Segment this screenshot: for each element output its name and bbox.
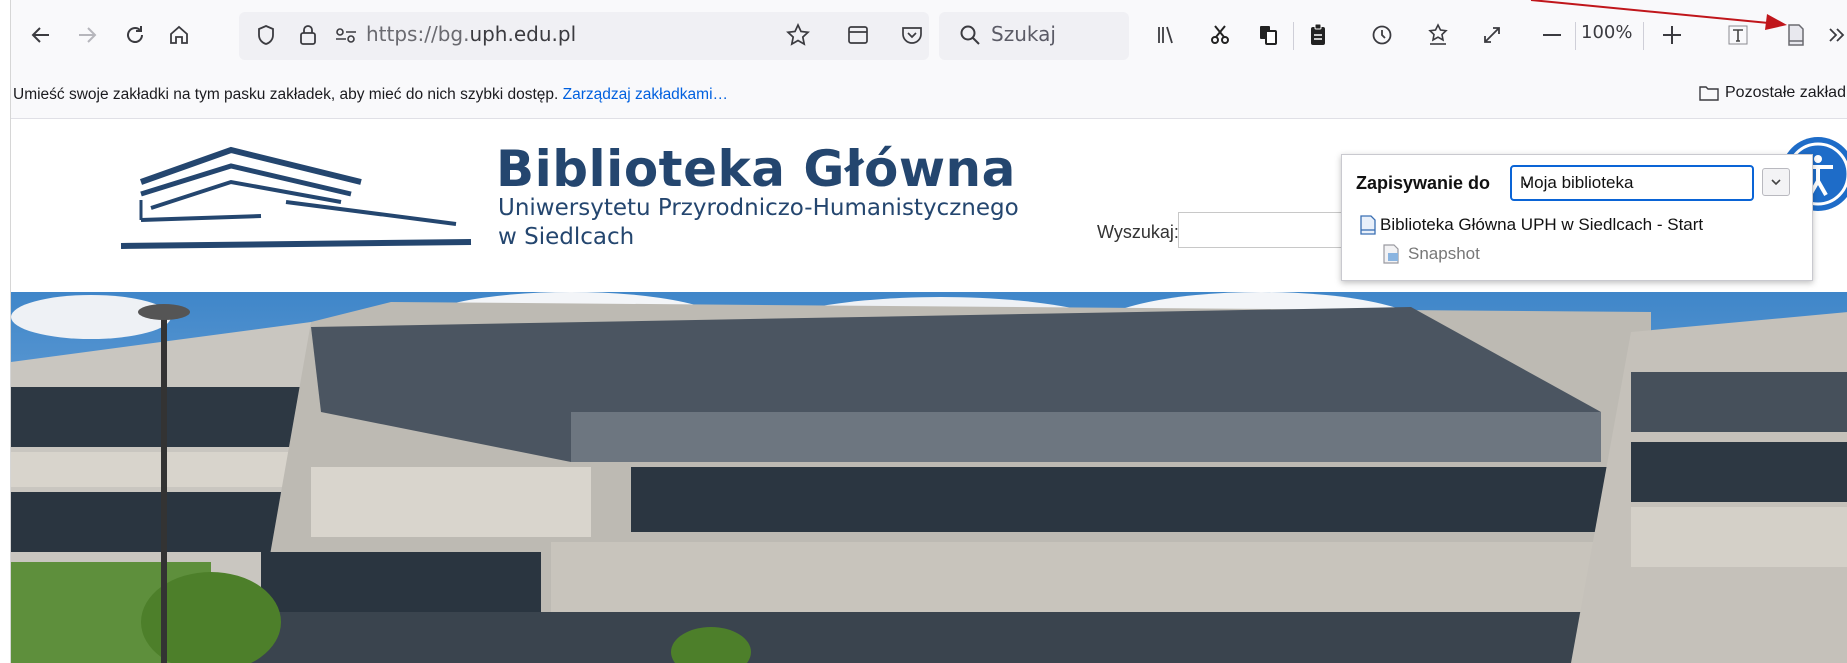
copy-button[interactable] <box>1251 14 1285 56</box>
site-search-label: Wyszukaj: <box>1097 222 1179 242</box>
snapshot-attachment: Snapshot <box>1408 244 1480 263</box>
lock-icon[interactable] <box>293 14 323 56</box>
pocket-button[interactable] <box>895 14 929 56</box>
site-subtitle-line2: w Siedlcach <box>498 224 635 250</box>
toolbar-separator <box>1293 22 1294 50</box>
permissions-icon[interactable] <box>331 14 361 56</box>
bookmarks-toolbar: Umieść swoje zakładki na tym pasku zakła… <box>11 72 1847 119</box>
collection-select[interactable]: Moja biblioteka ⌄ <box>1510 165 1754 201</box>
back-button[interactable] <box>23 14 59 56</box>
bookmark-star-button[interactable] <box>781 14 815 56</box>
fullscreen-button[interactable] <box>1475 14 1509 56</box>
cut-button[interactable] <box>1203 14 1237 56</box>
star-list-icon <box>1428 23 1448 45</box>
paste-button[interactable] <box>1301 14 1335 56</box>
library-icon <box>1158 26 1173 44</box>
library-logo-icon[interactable] <box>111 142 481 254</box>
expand-icon <box>1484 27 1500 43</box>
overflow-menu-button[interactable] <box>1825 14 1847 56</box>
copy-icon <box>1260 26 1277 45</box>
star-icon <box>786 23 810 46</box>
clock-icon <box>1372 25 1392 45</box>
saved-item-title: Biblioteka Główna UPH w Siedlcach - Star… <box>1380 215 1704 234</box>
clipboard-icon <box>1311 23 1325 45</box>
annotation-arrow-icon <box>1530 0 1787 30</box>
zotero-save-popup: Zapisywanie do Moja biblioteka ⌄ Bibliot… <box>1341 154 1813 281</box>
chevron-double-right-icon <box>1829 28 1845 42</box>
expand-popup-button[interactable] <box>1762 168 1790 196</box>
pocket-icon <box>902 27 922 44</box>
other-bookmarks-label: Pozostałe zakładk <box>1725 84 1847 101</box>
browser-window: https://bg.uph.edu.pl Szukaj 100% Umieść… <box>10 0 1847 663</box>
manage-bookmarks-link[interactable]: Zarządzaj zakładkami… <box>563 86 728 103</box>
reload-icon <box>127 26 143 43</box>
reader-view-button[interactable] <box>841 14 875 56</box>
site-search-input[interactable] <box>1178 212 1350 248</box>
snapshot-icon <box>1383 244 1399 264</box>
home-icon <box>170 25 188 44</box>
sidebar-icon <box>848 26 868 44</box>
forward-arrow-icon <box>79 27 97 43</box>
history-button[interactable] <box>1365 14 1399 56</box>
building-photo-image <box>11 292 1847 663</box>
bookmarks-hint: Umieść swoje zakładki na tym pasku zakła… <box>13 86 728 104</box>
chevron-down-icon: ⌄ <box>1520 174 1534 191</box>
webpage-item-icon <box>1360 215 1376 235</box>
reload-button[interactable] <box>117 14 153 56</box>
chevron-down-icon <box>1771 179 1781 186</box>
url-text[interactable]: https://bg.uph.edu.pl <box>366 22 576 46</box>
url-domain: uph.edu.pl <box>469 22 577 46</box>
search-placeholder: Szukaj <box>991 22 1056 46</box>
navigation-toolbar: https://bg.uph.edu.pl Szukaj 100% <box>11 0 1847 72</box>
site-title[interactable]: Biblioteka Główna <box>496 140 1016 198</box>
back-arrow-icon <box>31 27 49 43</box>
folder-icon <box>1699 86 1719 101</box>
other-bookmarks-button[interactable]: Pozostałe zakładk <box>1699 84 1847 102</box>
scissors-icon <box>1211 25 1229 44</box>
home-button[interactable] <box>161 14 197 56</box>
site-subtitle-line1: Uniwersytetu Przyrodniczo-Humanistyczneg… <box>498 195 1019 221</box>
bookmarks-hint-text: Umieść swoje zakładki na tym pasku zakła… <box>13 86 559 103</box>
tracking-protection-icon[interactable] <box>251 14 281 56</box>
bookmarks-menu-button[interactable] <box>1421 14 1455 56</box>
search-icon <box>955 14 985 56</box>
save-to-label: Zapisywanie do <box>1356 173 1491 193</box>
library-button[interactable] <box>1149 14 1183 56</box>
url-prefix: https://bg. <box>366 22 470 46</box>
library-building-photo <box>11 292 1847 663</box>
forward-button[interactable] <box>69 14 105 56</box>
